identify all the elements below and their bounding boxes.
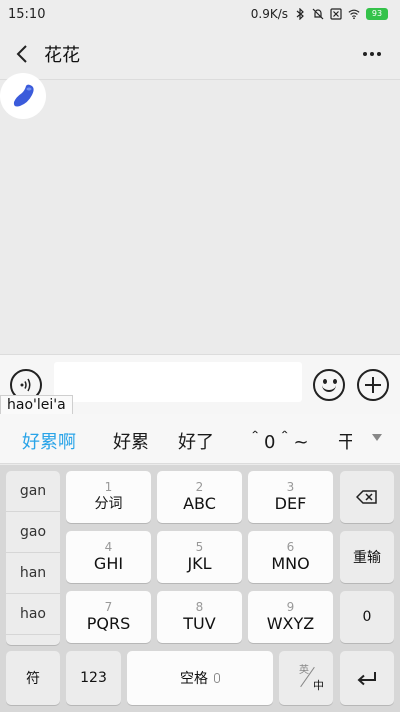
candidate-2[interactable]: 好累 (113, 428, 149, 454)
wifi-icon (348, 9, 360, 20)
symbol-key[interactable]: 符 (6, 651, 60, 705)
blue-shape-avatar (13, 84, 34, 107)
enter-icon (357, 672, 376, 686)
battery-icon: 93 (366, 8, 388, 20)
key-8[interactable]: 8 TUV (157, 591, 242, 643)
pinyin-option[interactable]: gan (6, 471, 60, 512)
language-switch-key[interactable]: 英 中 (279, 651, 333, 705)
expand-candidates-icon[interactable] (372, 434, 382, 441)
chat-area[interactable] (0, 73, 400, 354)
avatar[interactable] (0, 73, 46, 119)
key-7[interactable]: 7 PQRS (66, 591, 151, 643)
reinput-key[interactable]: 重输 (340, 531, 394, 583)
bluetooth-icon (296, 8, 304, 20)
mute-icon (312, 8, 324, 20)
microphone-icon (214, 673, 220, 683)
key-6[interactable]: 6 MNO (248, 531, 333, 583)
status-icons: 0.9K/s 93 (251, 7, 388, 21)
status-time: 15:10 (8, 6, 46, 22)
more-options-button[interactable] (358, 42, 386, 66)
key-4[interactable]: 4 GHI (66, 531, 151, 583)
more-dots-icon (363, 52, 367, 56)
network-speed: 0.9K/s (250, 7, 288, 21)
backspace-key[interactable] (340, 471, 394, 523)
chevron-left-icon (16, 44, 27, 63)
key-3[interactable]: 3 DEF (248, 471, 333, 523)
pinyin-option[interactable]: hao (6, 594, 60, 635)
number-key[interactable]: 123 (66, 651, 121, 705)
enter-key[interactable] (340, 651, 394, 705)
space-key[interactable]: 空格 (127, 651, 273, 705)
candidate-bar: 好累啊 好累 好了 ＾0＾~ 干 (0, 414, 400, 464)
message-input[interactable] (54, 362, 302, 402)
zero-key[interactable]: 0 (340, 591, 394, 643)
pinyin-option[interactable]: gao (6, 512, 60, 553)
nav-bar: 花花 (0, 28, 400, 80)
key-9[interactable]: 9 WXYZ (248, 591, 333, 643)
key-5[interactable]: 5 JKL (157, 531, 242, 583)
candidate-1[interactable]: 好累啊 (22, 428, 76, 454)
plus-button[interactable] (357, 369, 389, 401)
candidate-5[interactable]: 干 (338, 428, 352, 454)
pinyin-list: gan gao han hao (6, 471, 60, 645)
candidate-3[interactable]: 好了 (178, 428, 214, 454)
voice-icon (20, 378, 31, 392)
status-bar: 15:10 0.9K/s 93 (0, 0, 400, 28)
back-button[interactable] (0, 28, 44, 80)
backspace-icon (356, 490, 377, 504)
sim-icon (330, 8, 342, 20)
composing-text: hao'lei'a (0, 395, 73, 415)
key-1[interactable]: 1 分词 (66, 471, 151, 523)
keyboard: gan gao han hao 1 分词 2 ABC 3 DEF 4 GHI 5… (0, 465, 400, 712)
key-2[interactable]: 2 ABC (157, 471, 242, 523)
pinyin-option[interactable]: han (6, 553, 60, 594)
page-title: 花花 (44, 44, 80, 66)
candidate-4[interactable]: ＾0＾~ (246, 428, 309, 454)
emoji-button[interactable] (313, 369, 345, 401)
